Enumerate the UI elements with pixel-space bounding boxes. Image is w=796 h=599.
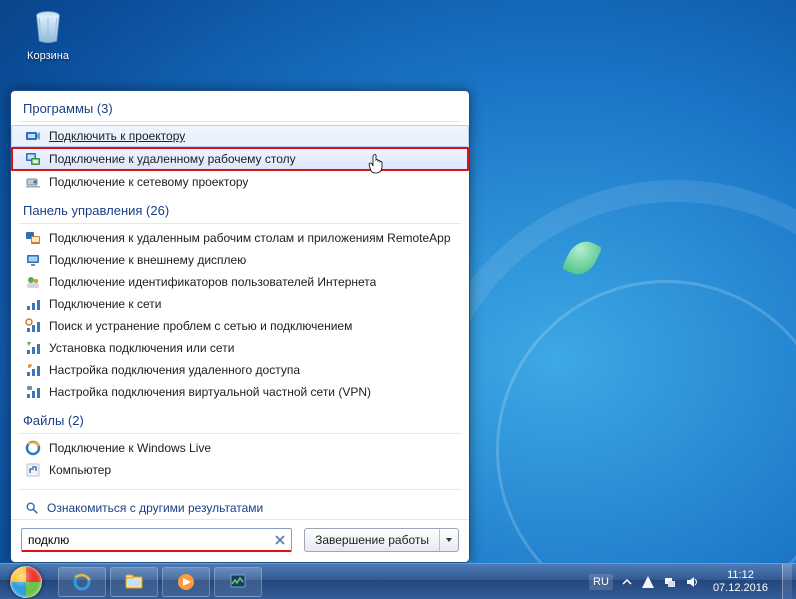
network-icon <box>25 296 41 312</box>
taskbar-task-manager[interactable] <box>214 567 262 597</box>
system-tray: RU 11:12 07.12.2016 <box>579 564 796 599</box>
clear-search-icon[interactable] <box>273 533 287 547</box>
dialup-icon <box>25 362 41 378</box>
clock-time: 11:12 <box>713 569 768 582</box>
shutdown-button[interactable]: Завершение работы <box>304 528 459 552</box>
result-network-projector[interactable]: Подключение к сетевому проектору <box>11 171 469 193</box>
result-label: Настройка подключения удаленного доступа <box>49 363 300 377</box>
result-internet-identities[interactable]: Подключение идентификаторов пользователе… <box>11 271 469 293</box>
shortcut-icon <box>25 462 41 478</box>
result-computer[interactable]: Компьютер <box>11 459 469 481</box>
setup-network-icon <box>25 340 41 356</box>
volume-icon[interactable] <box>685 575 699 589</box>
desktop[interactable]: Корзина Программы (3) Подключить к проек… <box>0 0 796 599</box>
start-button[interactable] <box>0 564 52 599</box>
result-label: Подключение к Windows Live <box>49 441 211 455</box>
troubleshoot-icon <box>25 318 41 334</box>
media-player-icon <box>175 571 197 593</box>
taskbar-explorer[interactable] <box>110 567 158 597</box>
taskbar-media-player[interactable] <box>162 567 210 597</box>
result-label: Подключить к проектору <box>49 129 185 143</box>
shutdown-options-arrow[interactable] <box>440 533 458 547</box>
start-menu-bottom-row: Завершение работы <box>11 519 469 562</box>
result-network-troubleshoot[interactable]: Поиск и устранение проблем с сетью и под… <box>11 315 469 337</box>
recycle-bin-icon <box>27 6 69 48</box>
result-connect-network[interactable]: Подключение к сети <box>11 293 469 315</box>
recycle-bin-desktop-icon[interactable]: Корзина <box>18 6 78 62</box>
see-more-results-link[interactable]: Ознакомиться с другими результатами <box>11 493 469 519</box>
task-manager-icon <box>227 571 249 593</box>
divider <box>19 121 461 122</box>
shutdown-label[interactable]: Завершение работы <box>305 529 440 551</box>
result-label: Подключение к сетевому проектору <box>49 175 248 189</box>
result-label: Поиск и устранение проблем с сетью и под… <box>49 319 352 333</box>
clock-date: 07.12.2016 <box>713 582 768 595</box>
search-box[interactable] <box>21 528 292 552</box>
result-external-display[interactable]: Подключение к внешнему дисплею <box>11 249 469 271</box>
windows-orb-icon <box>10 566 42 598</box>
result-remoteapp[interactable]: Подключения к удаленным рабочим столам и… <box>11 227 469 249</box>
result-label: Подключения к удаленным рабочим столам и… <box>49 231 451 245</box>
result-label: Установка подключения или сети <box>49 341 234 355</box>
hand-cursor-icon <box>368 154 384 174</box>
result-connect-projector[interactable]: Подключить к проектору <box>11 125 469 147</box>
remoteapp-icon <box>25 230 41 246</box>
result-vpn-setup[interactable]: Настройка подключения виртуальной частно… <box>11 381 469 403</box>
taskbar-clock[interactable]: 11:12 07.12.2016 <box>707 569 774 595</box>
divider <box>19 223 461 224</box>
action-center-icon[interactable] <box>641 575 655 589</box>
search-results: Программы (3) Подключить к проектору Под… <box>11 91 469 519</box>
network-projector-icon <box>25 174 41 190</box>
result-label: Подключение к удаленному рабочему столу <box>49 152 296 166</box>
search-input[interactable] <box>28 533 273 547</box>
users-icon <box>25 274 41 290</box>
language-indicator[interactable]: RU <box>589 574 613 590</box>
result-dialup-setup[interactable]: Настройка подключения удаленного доступа <box>11 359 469 381</box>
divider <box>19 433 461 434</box>
projector-icon <box>25 128 41 144</box>
divider <box>19 489 461 490</box>
show-desktop-button[interactable] <box>782 564 792 599</box>
result-setup-connection[interactable]: Установка подключения или сети <box>11 337 469 359</box>
result-remote-desktop-connection[interactable]: Подключение к удаленному рабочему столу <box>11 147 469 171</box>
tray-overflow-icon[interactable] <box>621 576 633 588</box>
search-icon <box>25 501 39 515</box>
taskbar: RU 11:12 07.12.2016 <box>0 563 796 599</box>
result-label: Подключение к сети <box>49 297 161 311</box>
remote-desktop-icon <box>25 151 41 167</box>
taskbar-ie[interactable] <box>58 567 106 597</box>
ie-icon <box>25 440 41 456</box>
result-label: Настройка подключения виртуальной частно… <box>49 385 371 399</box>
ie-icon <box>71 571 93 593</box>
network-tray-icon[interactable] <box>663 575 677 589</box>
vpn-icon <box>25 384 41 400</box>
explorer-icon <box>123 571 145 593</box>
result-label: Подключение к внешнему дисплею <box>49 253 246 267</box>
group-header-control-panel: Панель управления (26) <box>11 199 469 221</box>
group-header-programs: Программы (3) <box>11 97 469 119</box>
group-header-files: Файлы (2) <box>11 409 469 431</box>
taskbar-pinned-apps <box>52 564 262 599</box>
result-label: Компьютер <box>49 463 111 477</box>
result-label: Подключение идентификаторов пользователе… <box>49 275 376 289</box>
start-menu-search-panel: Программы (3) Подключить к проектору Под… <box>10 90 470 563</box>
result-windows-live[interactable]: Подключение к Windows Live <box>11 437 469 459</box>
display-icon <box>25 252 41 268</box>
recycle-bin-label: Корзина <box>18 50 78 62</box>
see-more-results-label: Ознакомиться с другими результатами <box>47 501 263 515</box>
